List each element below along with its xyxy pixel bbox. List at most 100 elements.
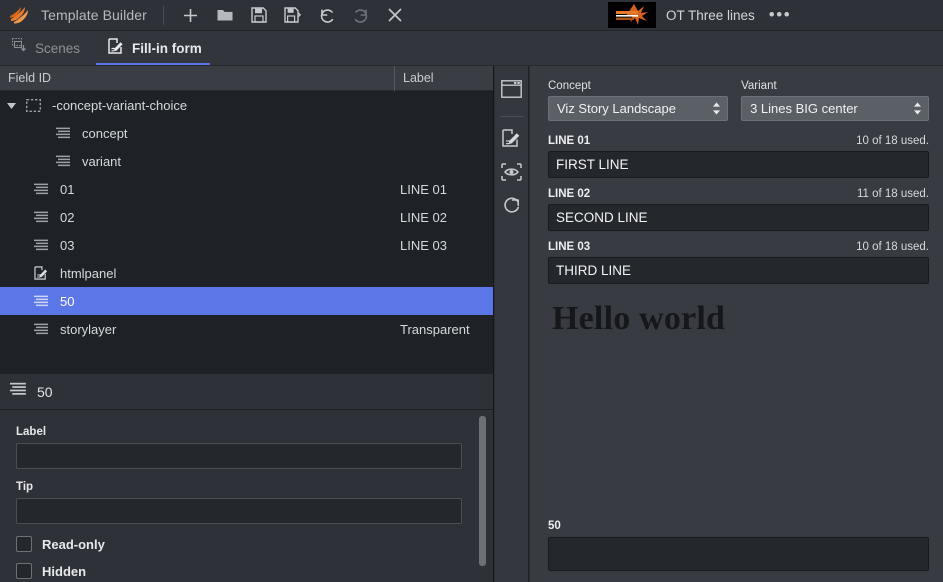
line-01-field: LINE 01 10 of 18 used. FIRST LINE xyxy=(548,135,929,178)
field-50-label: 50 xyxy=(548,520,561,532)
column-header-field-id[interactable]: Field ID xyxy=(0,65,395,91)
field-50: 50 xyxy=(548,520,929,571)
toolbar-divider xyxy=(162,5,164,25)
group-icon xyxy=(22,98,44,112)
tree-item-value: LINE 03 xyxy=(400,237,447,253)
document-name: OT Three lines xyxy=(666,7,755,23)
variant-group: Variant 3 Lines BIG center xyxy=(741,80,929,121)
line-02-label: LINE 02 xyxy=(548,188,591,200)
open-button[interactable] xyxy=(210,2,240,28)
html-panel-text: Hello world xyxy=(552,300,726,337)
tab-scenes-label: Scenes xyxy=(35,40,81,56)
close-button[interactable] xyxy=(380,2,410,28)
fill-in-form-icon xyxy=(108,37,124,59)
line-03-label: LINE 03 xyxy=(548,241,591,253)
save-as-button[interactable] xyxy=(278,2,308,28)
scenes-icon xyxy=(12,38,27,58)
panel-layout-button[interactable] xyxy=(497,76,527,106)
label-field-input[interactable] xyxy=(16,443,462,469)
line-02-value: SECOND LINE xyxy=(556,210,648,225)
updown-arrow-icon xyxy=(712,102,721,115)
tree-item-label: 50 xyxy=(60,293,75,309)
template-builder-window: Template Builder OT Three lines ••• Scen… xyxy=(0,0,943,582)
properties-scrollbar-thumb[interactable] xyxy=(479,416,486,566)
table-row[interactable]: storylayer Transparent xyxy=(0,315,493,343)
undo-button[interactable] xyxy=(312,2,342,28)
properties-header: 50 xyxy=(0,374,493,410)
chevron-down-icon[interactable] xyxy=(0,100,22,111)
tab-fill-in-form-label: Fill-in form xyxy=(132,40,202,56)
updown-arrow-icon xyxy=(913,102,922,115)
top-toolbar: Template Builder OT Three lines ••• xyxy=(0,0,943,31)
table-row[interactable]: 01 LINE 01 xyxy=(0,175,493,203)
text-field-icon xyxy=(52,155,74,168)
table-row[interactable]: concept xyxy=(0,119,493,147)
variant-caption: Variant xyxy=(741,80,777,92)
tab-scenes[interactable]: Scenes xyxy=(0,31,96,65)
text-field-icon xyxy=(30,211,52,224)
readonly-checkbox[interactable] xyxy=(16,536,32,552)
text-field-icon xyxy=(10,382,27,402)
concept-dropdown[interactable]: Viz Story Landscape xyxy=(548,96,729,121)
tree-item-label: concept xyxy=(82,125,128,141)
readonly-checkbox-row[interactable]: Read-only xyxy=(16,536,469,552)
line-03-field: LINE 03 10 of 18 used. THIRD LINE xyxy=(548,241,929,284)
toolbar-buttons xyxy=(176,2,410,28)
properties-body: Label Tip Read-only Hidden xyxy=(0,410,493,581)
concept-caption: Concept xyxy=(548,80,591,92)
tree-item-label: 01 xyxy=(60,181,75,197)
line-02-input[interactable]: SECOND LINE xyxy=(548,204,929,231)
tab-fill-in-form[interactable]: Fill-in form xyxy=(96,31,218,65)
tip-field-input[interactable] xyxy=(16,498,462,524)
concept-group: Concept Viz Story Landscape xyxy=(548,80,729,121)
label-field-caption: Label xyxy=(16,426,47,438)
column-header-label[interactable]: Label xyxy=(395,66,493,91)
hidden-checkbox-row[interactable]: Hidden xyxy=(16,563,469,579)
line-03-value: THIRD LINE xyxy=(556,263,632,278)
tree-item-label: variant xyxy=(82,153,122,169)
edit-form-button[interactable] xyxy=(497,125,527,155)
field-tree-header: Field ID Label xyxy=(0,65,493,91)
field-50-input[interactable] xyxy=(548,537,929,571)
table-row[interactable]: -concept-variant-choice xyxy=(0,91,493,119)
document-more-menu-button[interactable]: ••• xyxy=(765,6,795,23)
text-field-icon xyxy=(30,295,52,308)
line-01-input[interactable]: FIRST LINE xyxy=(548,151,929,178)
line-03-header: LINE 03 10 of 18 used. xyxy=(548,241,929,253)
tree-item-label: storylayer xyxy=(60,321,117,337)
form-tools-rail xyxy=(495,66,529,582)
new-button[interactable] xyxy=(176,2,206,28)
main-tab-bar: Scenes Fill-in form xyxy=(0,31,943,66)
text-field-icon xyxy=(52,127,74,140)
redo-button[interactable] xyxy=(346,2,376,28)
tip-field-caption: Tip xyxy=(16,481,34,493)
table-row-selected[interactable]: 50 xyxy=(0,287,493,315)
rail-divider xyxy=(499,116,524,117)
properties-title: 50 xyxy=(37,383,53,400)
table-row[interactable]: 02 LINE 02 xyxy=(0,203,493,231)
line-01-label: LINE 01 xyxy=(548,135,591,147)
tree-item-label: 03 xyxy=(60,237,75,253)
line-01-counter: 10 of 18 used. xyxy=(856,135,929,147)
app-title: Template Builder xyxy=(41,7,147,23)
table-row[interactable]: variant xyxy=(0,147,493,175)
refresh-icon xyxy=(502,196,521,220)
hidden-label: Hidden xyxy=(42,563,87,579)
app-brand: Template Builder xyxy=(0,6,147,24)
fill-in-form-panel: Concept Viz Story Landscape Variant 3 Li… xyxy=(530,66,943,582)
window-panel-icon xyxy=(501,79,522,103)
table-row[interactable]: 03 LINE 03 xyxy=(0,231,493,259)
edit-pencil-icon xyxy=(502,128,521,152)
readonly-label: Read-only xyxy=(42,536,105,552)
refresh-button[interactable] xyxy=(497,193,527,223)
preview-button[interactable] xyxy=(497,159,527,189)
text-field-icon xyxy=(30,183,52,196)
hidden-checkbox[interactable] xyxy=(16,563,32,579)
properties-scrollbar[interactable] xyxy=(479,416,486,576)
save-button[interactable] xyxy=(244,2,274,28)
tree-item-value: LINE 01 xyxy=(400,181,447,197)
html-panel-preview[interactable]: Hello world xyxy=(548,300,929,514)
line-03-input[interactable]: THIRD LINE xyxy=(548,257,929,284)
variant-dropdown[interactable]: 3 Lines BIG center xyxy=(741,96,929,121)
table-row[interactable]: htmlpanel xyxy=(0,259,493,287)
